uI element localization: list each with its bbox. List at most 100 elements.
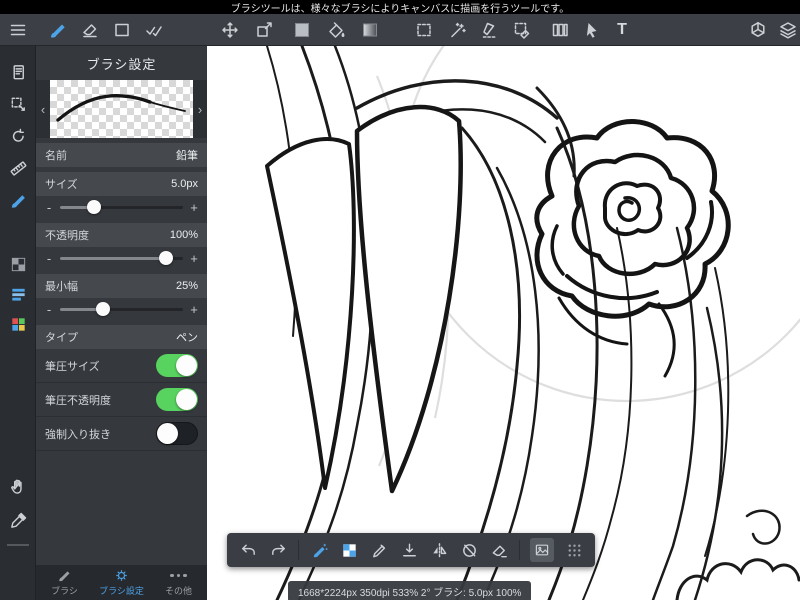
status-text: 1668*2224px 350dpi 533% 2° ブラシ: 5.0px 10… [298,588,522,599]
tab-brush-settings[interactable]: ブラシ設定 [93,565,150,600]
pen-select-tool-icon[interactable] [476,16,504,44]
ruler-icon[interactable] [4,154,32,182]
type-row[interactable]: タイプ ペン [36,325,207,349]
size-value: 5.0px [171,178,198,190]
pressure-size-toggle[interactable] [156,354,198,377]
opacity-decrease-button[interactable]: - [44,251,54,266]
tooltip-bar: ブラシツールは、様々なブラシによりキャンバスに描画を行うツールです。 [0,0,800,15]
move-tool-icon[interactable] [216,16,244,44]
toolbar-divider [519,540,520,560]
pressure-opacity-row: 筆圧不透明度 [36,383,207,417]
tab-brush-settings-label: ブラシ設定 [99,586,144,596]
tooltip-text: ブラシツールは、様々なブラシによりキャンバスに描画を行うツールです。 [230,3,570,15]
pressure-opacity-label: 筆圧不透明度 [45,394,111,407]
main-toolbar: T [0,14,800,46]
materials-icon[interactable] [744,16,772,44]
save-icon[interactable] [395,536,423,564]
brush-preview: ‹ › [36,80,207,138]
layers-panel-icon[interactable] [4,280,32,308]
floating-toolbar [227,533,595,567]
opacity-row: 不透明度 100% [36,223,207,247]
draw-tool-icon[interactable] [4,186,32,214]
type-value: ペン [176,332,198,344]
type-label: タイプ [45,332,78,344]
magic-wand-tool-icon[interactable] [444,16,472,44]
image-icon[interactable] [530,538,554,562]
size-decrease-button[interactable]: - [44,200,54,215]
name-value: 鉛筆 [176,150,198,162]
cursor-tool-icon[interactable] [578,16,606,44]
app-window: ブラシツールは、様々なブラシによりキャンバスに描画を行うツールです。 T ブラシ… [0,0,800,600]
brush-settings-panel: ブラシ設定 ‹ › 名前 鉛筆 サイズ 5.0px - + 不透明度 100% … [36,46,207,565]
color-swatch[interactable] [288,16,316,44]
tab-brush[interactable]: ブラシ [36,565,93,600]
tab-others[interactable]: その他 [150,565,207,600]
text-tool-icon[interactable]: T [608,16,636,44]
smart-brush-icon[interactable] [305,536,333,564]
pressure-size-label: 筆圧サイズ [45,360,100,373]
transparent-background-icon[interactable] [4,250,32,278]
flip-horizontal-icon[interactable] [425,536,453,564]
rotate-reset-icon[interactable] [455,536,483,564]
panel-tabbar: ブラシ ブラシ設定 その他 [36,565,207,600]
status-bar: 1668*2224px 350dpi 533% 2° ブラシ: 5.0px 10… [288,581,532,600]
eraser-tool-icon[interactable] [76,16,104,44]
toolbar-divider [298,540,299,560]
opacity-increase-button[interactable]: + [189,251,199,266]
brush-next-button[interactable]: › [193,80,207,138]
min-width-decrease-button[interactable]: - [44,302,54,317]
multi-select-tool-icon[interactable] [140,16,168,44]
clear-icon[interactable] [485,536,513,564]
erase-select-tool-icon[interactable] [508,16,536,44]
pen-icon[interactable] [365,536,393,564]
min-width-slider-row: - + [36,298,207,320]
opacity-slider[interactable] [60,250,183,266]
redo-icon[interactable] [264,536,292,564]
canvas[interactable]: 1668*2224px 350dpi 533% 2° ブラシ: 5.0px 10… [207,46,800,600]
transform-tool-icon[interactable] [250,16,278,44]
side-rail [0,46,36,600]
undo-icon[interactable] [234,536,262,564]
size-slider-knob[interactable] [87,200,102,214]
bucket-tool-icon[interactable] [322,16,350,44]
size-label: サイズ [45,179,78,191]
menu-icon[interactable] [4,16,32,44]
palette-icon[interactable] [4,310,32,338]
pressure-size-row: 筆圧サイズ [36,349,207,383]
min-width-slider[interactable] [60,301,183,317]
min-width-increase-button[interactable]: + [189,302,199,317]
snap-settings-icon[interactable] [546,16,574,44]
size-slider[interactable] [60,199,183,215]
hand-tool-icon[interactable] [4,472,32,500]
pressure-opacity-toggle[interactable] [156,388,198,411]
forced-fade-row: 強制入り抜き [36,417,207,451]
select-rect-tool-icon[interactable] [108,16,136,44]
opacity-slider-knob[interactable] [158,251,173,265]
brush-name-row[interactable]: 名前 鉛筆 [36,143,207,167]
brush-prev-button[interactable]: ‹ [36,80,50,138]
rotate-canvas-icon[interactable] [4,122,32,150]
min-width-slider-knob[interactable] [96,302,111,316]
pages-icon[interactable] [4,58,32,86]
min-width-row: 最小幅 25% [36,274,207,298]
select-dashed-tool-icon[interactable] [410,16,438,44]
min-width-value: 25% [175,280,198,292]
opacity-label: 不透明度 [45,230,89,242]
transparent-bg-icon[interactable] [335,536,363,564]
forced-fade-toggle[interactable] [156,422,198,445]
rail-divider [7,544,29,546]
tab-others-label: その他 [164,586,192,596]
panel-title: ブラシ設定 [86,56,157,72]
gradient-tool-icon[interactable] [356,16,384,44]
size-row: サイズ 5.0px [36,172,207,196]
brush-stroke-preview[interactable] [50,80,193,138]
select-panel-icon[interactable] [4,90,32,118]
brush-tool-icon[interactable] [44,16,72,44]
drag-handle-icon[interactable] [560,536,588,564]
eyedropper-icon[interactable] [4,506,32,534]
size-increase-button[interactable]: + [189,200,199,215]
opacity-value: 100% [169,229,198,241]
min-width-label: 最小幅 [45,281,78,293]
layers-icon[interactable] [774,16,800,44]
forced-fade-label: 強制入り抜き [45,428,111,441]
